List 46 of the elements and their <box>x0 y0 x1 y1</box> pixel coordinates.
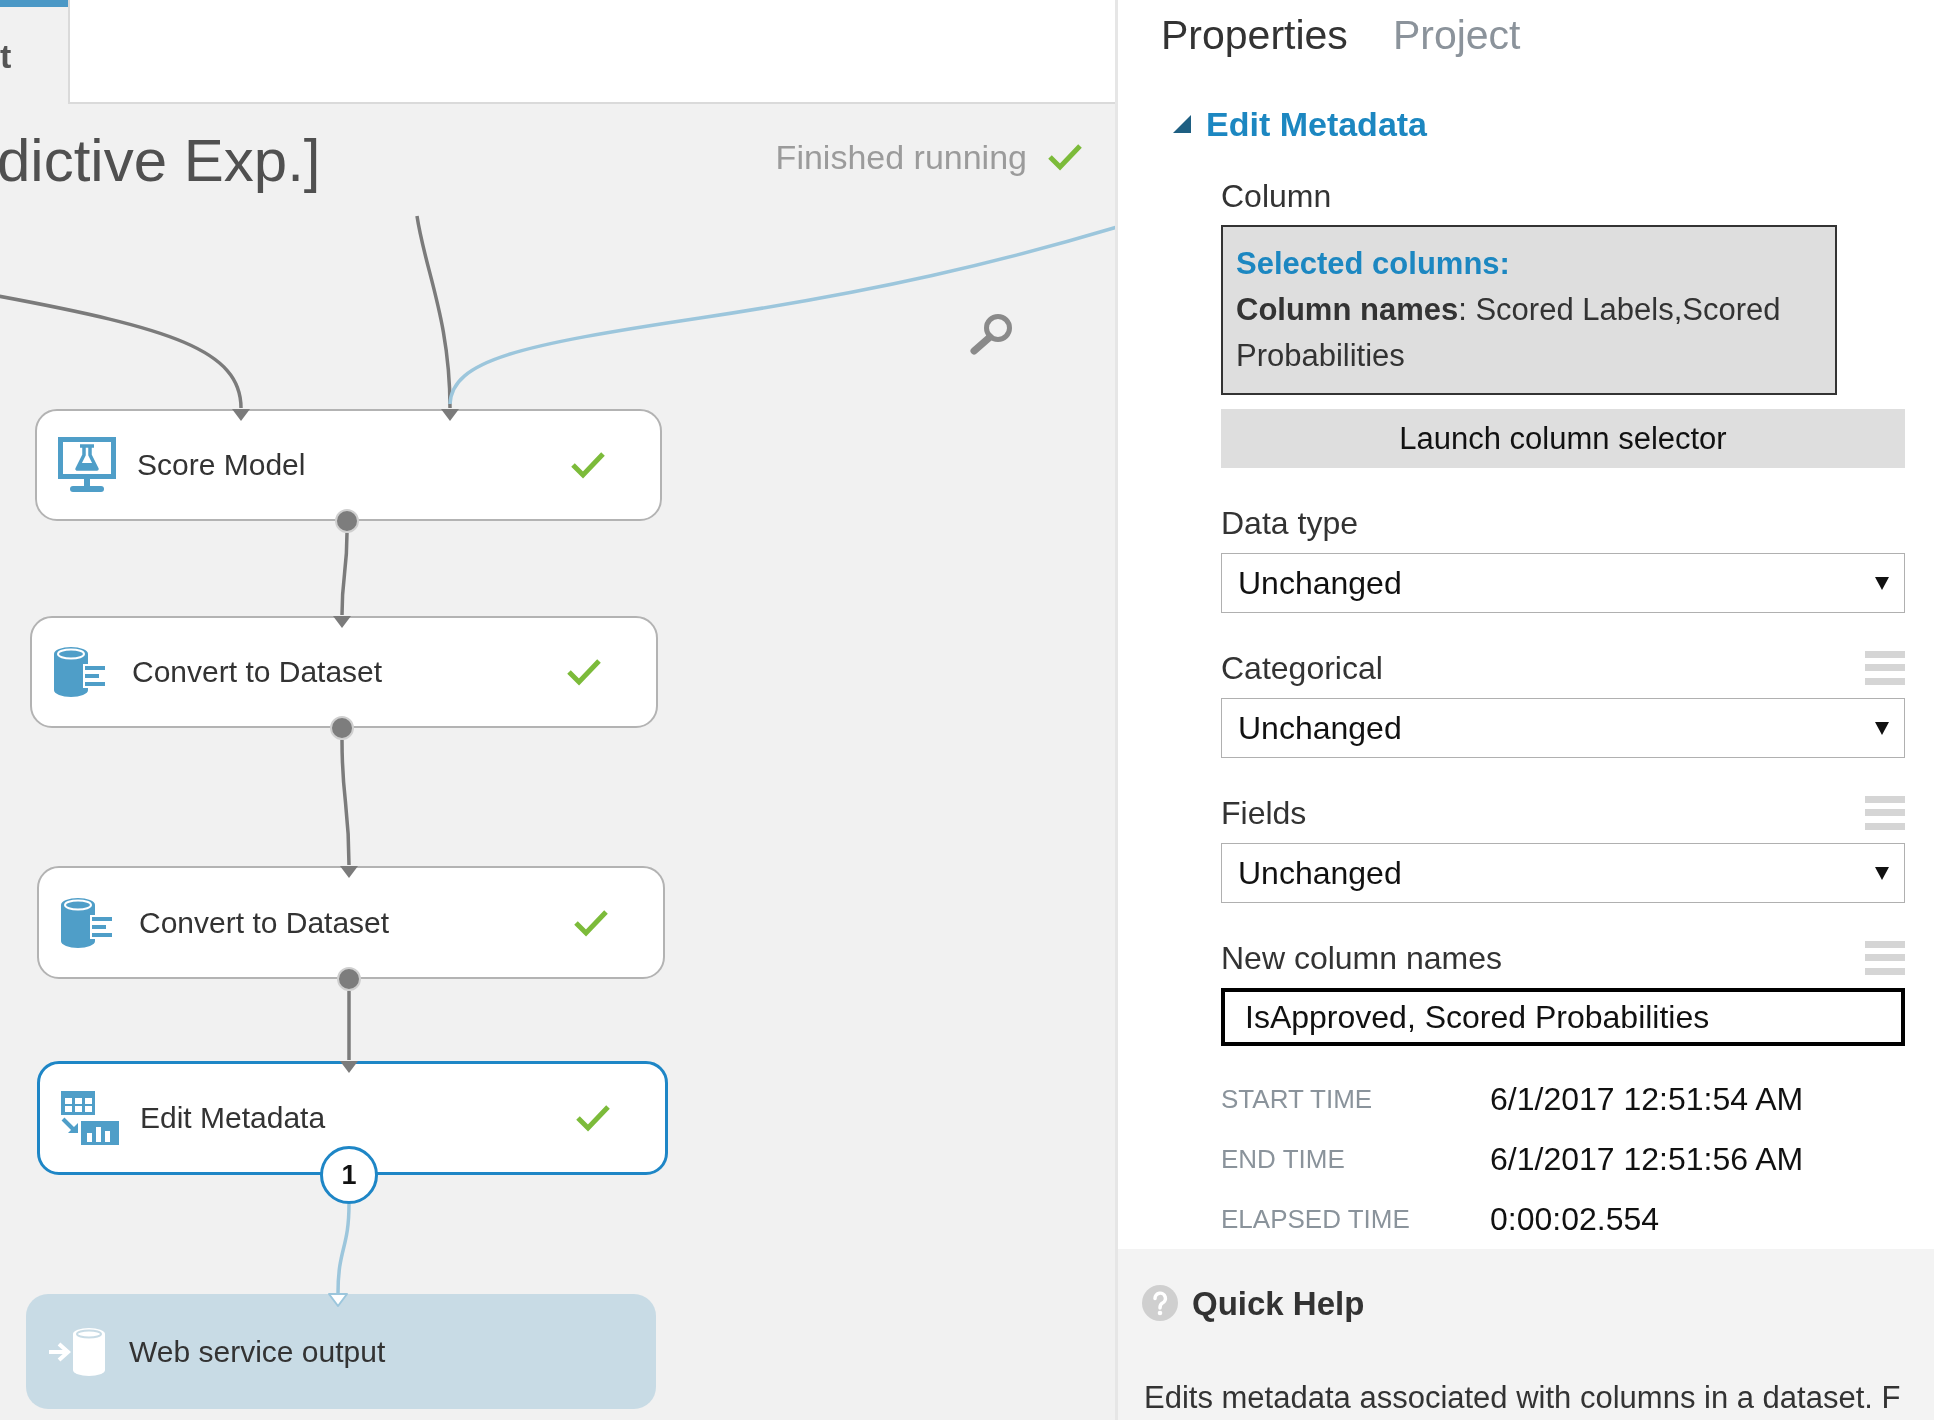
launch-button[interactable]: Launch column selector <box>1221 409 1905 468</box>
module-node[interactable]: Convert to Dataset <box>30 616 658 728</box>
caret-icon <box>1875 866 1889 880</box>
module-label: Score Model <box>137 450 306 480</box>
selected-columns-heading: Selected columns: <box>1236 245 1511 283</box>
info-value: 6/1/2017 12:51:56 AM <box>1490 1143 1804 1175</box>
drag-handle-icon[interactable] <box>1865 651 1905 685</box>
section-title: Quick Help <box>1192 1286 1365 1320</box>
database-import-icon <box>49 1326 106 1377</box>
info-value: 0:00:02.554 <box>1490 1203 1660 1235</box>
tab[interactable]: Properties <box>1161 14 1348 56</box>
database-icon <box>53 646 107 698</box>
module-label: Web service output <box>129 1336 386 1367</box>
help-icon[interactable] <box>1142 1285 1178 1321</box>
column-names-text: Column names: Scored Labels,Scored Probabilities <box>1236 291 1782 375</box>
module-node[interactable]: Score Model <box>35 409 662 521</box>
section-header[interactable]: Edit Metadata <box>1173 107 1428 142</box>
database-icon <box>60 896 114 949</box>
field-label: New column names <box>1221 939 1502 977</box>
dropdown[interactable]: Unchanged <box>1221 698 1905 758</box>
dropdown[interactable]: Unchanged <box>1221 553 1905 613</box>
module-label: Edit Metadata <box>140 1103 326 1133</box>
monitor-flask-icon <box>58 437 116 493</box>
module-label: Convert to Dataset <box>139 907 390 938</box>
help-text: Edits metadata associated with columns in a dataset. F <box>1144 1379 1902 1417</box>
status-text: Finished running <box>775 140 1027 174</box>
caret-icon <box>1875 576 1889 590</box>
field-label: Fields <box>1221 794 1307 832</box>
dropdown[interactable]: Unchanged <box>1221 843 1905 903</box>
field-label: Column <box>1221 177 1333 215</box>
table-chart-icon <box>61 1091 119 1145</box>
output-node[interactable]: Web service output <box>26 1294 656 1409</box>
field-label: Data type <box>1221 504 1358 542</box>
module-node[interactable]: Convert to Dataset <box>37 866 665 979</box>
drag-handle-icon[interactable] <box>1865 941 1905 975</box>
drag-handle-icon[interactable] <box>1865 796 1905 830</box>
module-label: Convert to Dataset <box>132 657 383 687</box>
info-value: 6/1/2017 12:51:54 AM <box>1490 1083 1804 1115</box>
info-label: ELAPSED TIME <box>1221 1206 1411 1232</box>
port-badge[interactable]: 1 <box>320 1146 378 1204</box>
info-label: END TIME <box>1221 1146 1346 1172</box>
caret-icon <box>1875 721 1889 735</box>
text-field[interactable]: IsApproved, Scored Probabilities <box>1221 988 1905 1046</box>
search-icon[interactable] <box>969 313 1014 356</box>
info-label: START TIME <box>1221 1086 1374 1112</box>
field-label: Categorical <box>1221 649 1383 687</box>
